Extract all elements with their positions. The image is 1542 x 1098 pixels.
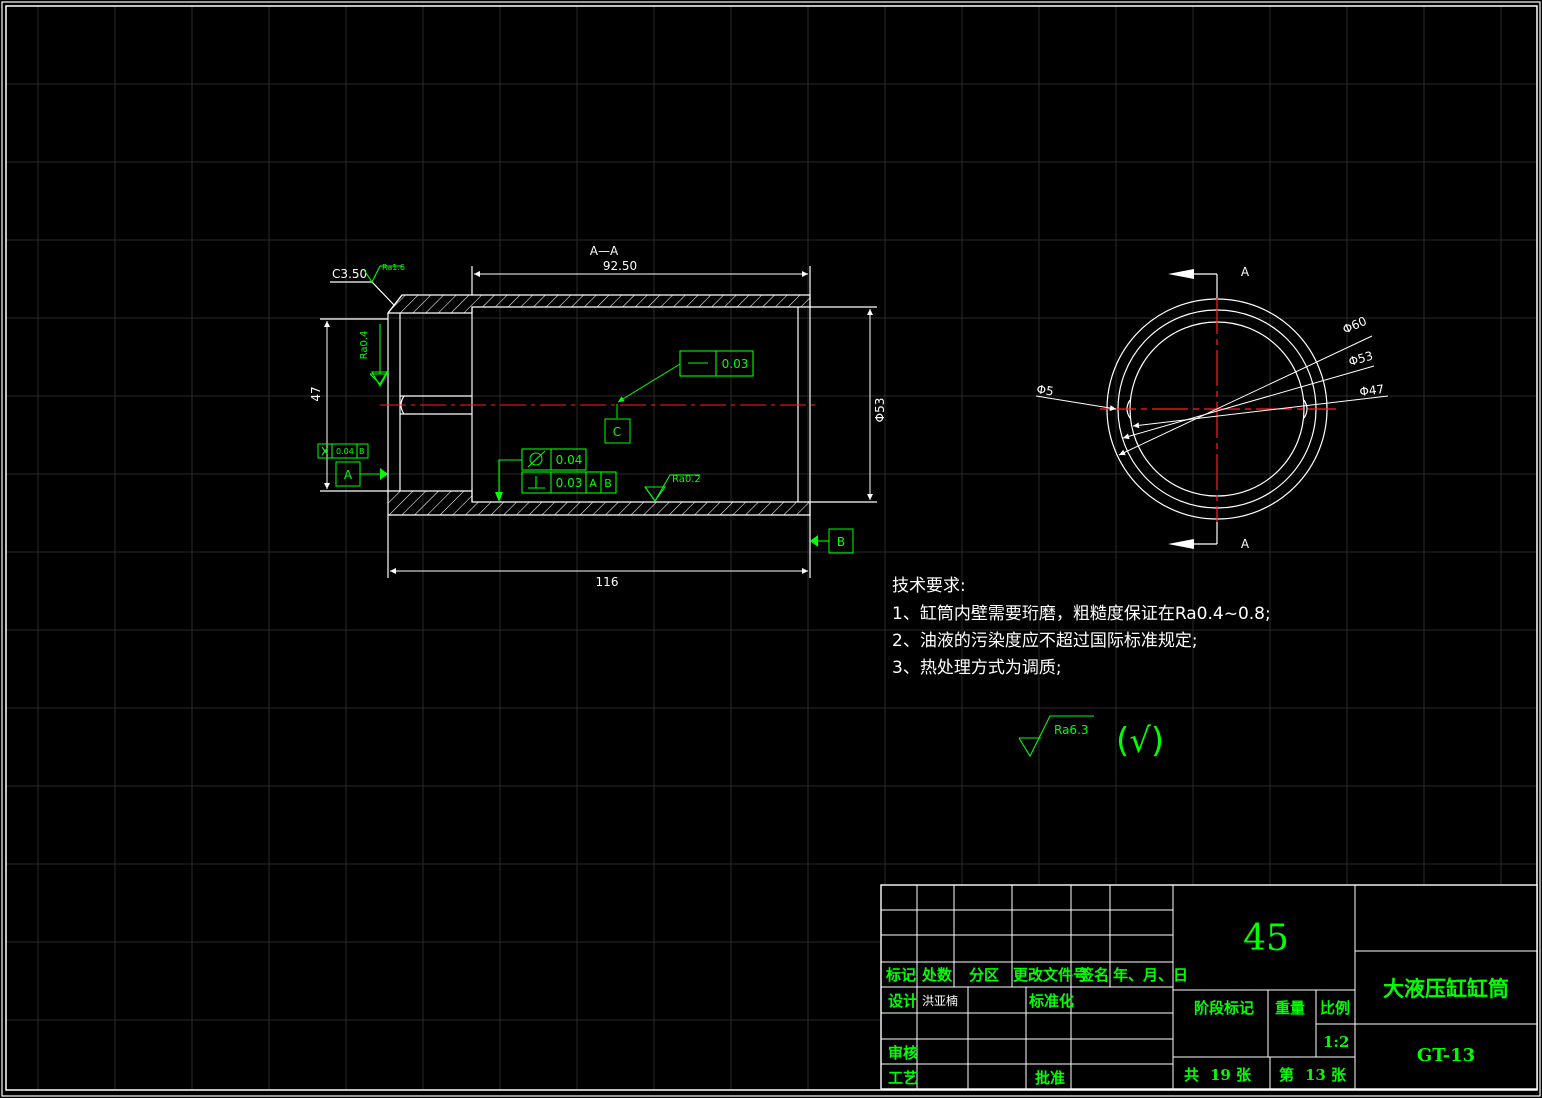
tb-standardize-label: 标准化 <box>1028 992 1074 1010</box>
datum-a: A <box>344 468 353 482</box>
general-roughness-bracket: (√) <box>1116 721 1164 761</box>
tb-sheets-total-prefix: 共 <box>1184 1066 1199 1084</box>
tb-header-2: 分区 <box>969 966 999 984</box>
end-label-bottom: A <box>1241 537 1250 551</box>
general-roughness-value: Ra6.3 <box>1054 723 1089 737</box>
section-view: 92.50 A—A 116 47 Φ53 C3.50 Ra1.6 Ra0.4 0… <box>309 244 887 589</box>
dia-outer-label: Φ60 <box>1341 314 1369 337</box>
chamfer-label: C3.50 <box>332 267 367 281</box>
tb-header-5: 年、月、日 <box>1113 966 1188 984</box>
tol-perp-ref-a: A <box>589 477 597 490</box>
tol-small-ref: B <box>359 447 365 456</box>
roughness-left: Ra0.4 <box>359 331 370 360</box>
tb-sheet-no-unit: 张 <box>1331 1066 1347 1084</box>
roughness-bottom: Ra0.2 <box>672 474 701 485</box>
cad-drawing: 92.50 A—A 116 47 Φ53 C3.50 Ra1.6 Ra0.4 0… <box>1 1 1541 1097</box>
title-block: 标记 处数 分区 更改文件号 签名 年、月、日 设计 洪亚楠 标准化 审核 工艺… <box>880 884 1538 1090</box>
tb-designer: 洪亚楠 <box>922 993 958 1008</box>
tb-header-1: 处数 <box>921 966 953 984</box>
tb-sheets-unit: 张 <box>1236 1066 1252 1084</box>
roughness-chamfer: Ra1.6 <box>382 263 405 272</box>
tol-perpendicularity: 0.03 <box>556 476 583 490</box>
tol-straight: 0.03 <box>722 357 749 371</box>
dia-mid-label: Φ53 <box>1347 349 1375 369</box>
dim-outer-dia: Φ53 <box>873 398 887 423</box>
tech-item-2: 2、油液的污染度应不超过国际标准规定; <box>892 631 1198 651</box>
end-label-top: A <box>1241 265 1250 279</box>
tol-small-value: 0.04 <box>336 447 354 456</box>
tb-stage-label: 阶段标记 <box>1194 999 1254 1017</box>
tb-material: 45 <box>1243 918 1289 959</box>
tol-perp-ref-b: B <box>604 477 612 490</box>
tb-header-3: 更改文件号 <box>1013 966 1088 984</box>
tb-weight-label: 重量 <box>1275 999 1305 1017</box>
tb-part-name: 大液压缸缸筒 <box>1383 976 1509 1001</box>
tb-scale-label: 比例 <box>1320 999 1350 1017</box>
section-label: A—A <box>590 244 619 258</box>
tech-item-1: 1、缸筒内壁需要珩磨，粗糙度保证在Ra0.4~0.8; <box>892 603 1271 624</box>
bottom-wall-hatch <box>387 490 811 516</box>
dim-inner-length: 92.50 <box>603 259 637 273</box>
dia-hole-label: Φ5 <box>1036 382 1055 399</box>
tb-header-0: 标记 <box>885 966 916 984</box>
tech-title: 技术要求: <box>892 576 966 596</box>
datum-b: B <box>837 535 845 549</box>
general-roughness: Ra6.3 (√) <box>1018 715 1164 761</box>
datum-c: C <box>613 425 621 439</box>
tb-sheet-no: 13 <box>1305 1066 1326 1084</box>
tb-approve-label: 批准 <box>1035 1069 1065 1087</box>
dia-inner-label: Φ47 <box>1359 382 1385 399</box>
end-view: A A Φ60 Φ53 Φ47 Φ5 <box>1036 265 1389 551</box>
tb-process-label: 工艺 <box>888 1069 918 1087</box>
dim-bore: 47 <box>309 386 323 401</box>
tb-header-4: 签名 <box>1078 966 1109 984</box>
dim-total-length: 116 <box>596 575 619 589</box>
tb-design-label: 设计 <box>888 992 918 1010</box>
tb-review-label: 审核 <box>888 1044 918 1062</box>
tb-sheets-total: 19 <box>1210 1066 1231 1084</box>
tech-requirements: 技术要求: 1、缸筒内壁需要珩磨，粗糙度保证在Ra0.4~0.8; 2、油液的污… <box>892 576 1271 678</box>
tb-drawing-no: GT-13 <box>1417 1045 1475 1066</box>
tol-circularity: 0.04 <box>556 453 583 467</box>
top-wall-hatch <box>386 294 811 314</box>
tech-item-3: 3、热处理方式为调质; <box>892 658 1062 678</box>
tb-sheet-no-prefix: 第 <box>1279 1066 1294 1084</box>
tb-scale-value: 1:2 <box>1323 1033 1349 1051</box>
